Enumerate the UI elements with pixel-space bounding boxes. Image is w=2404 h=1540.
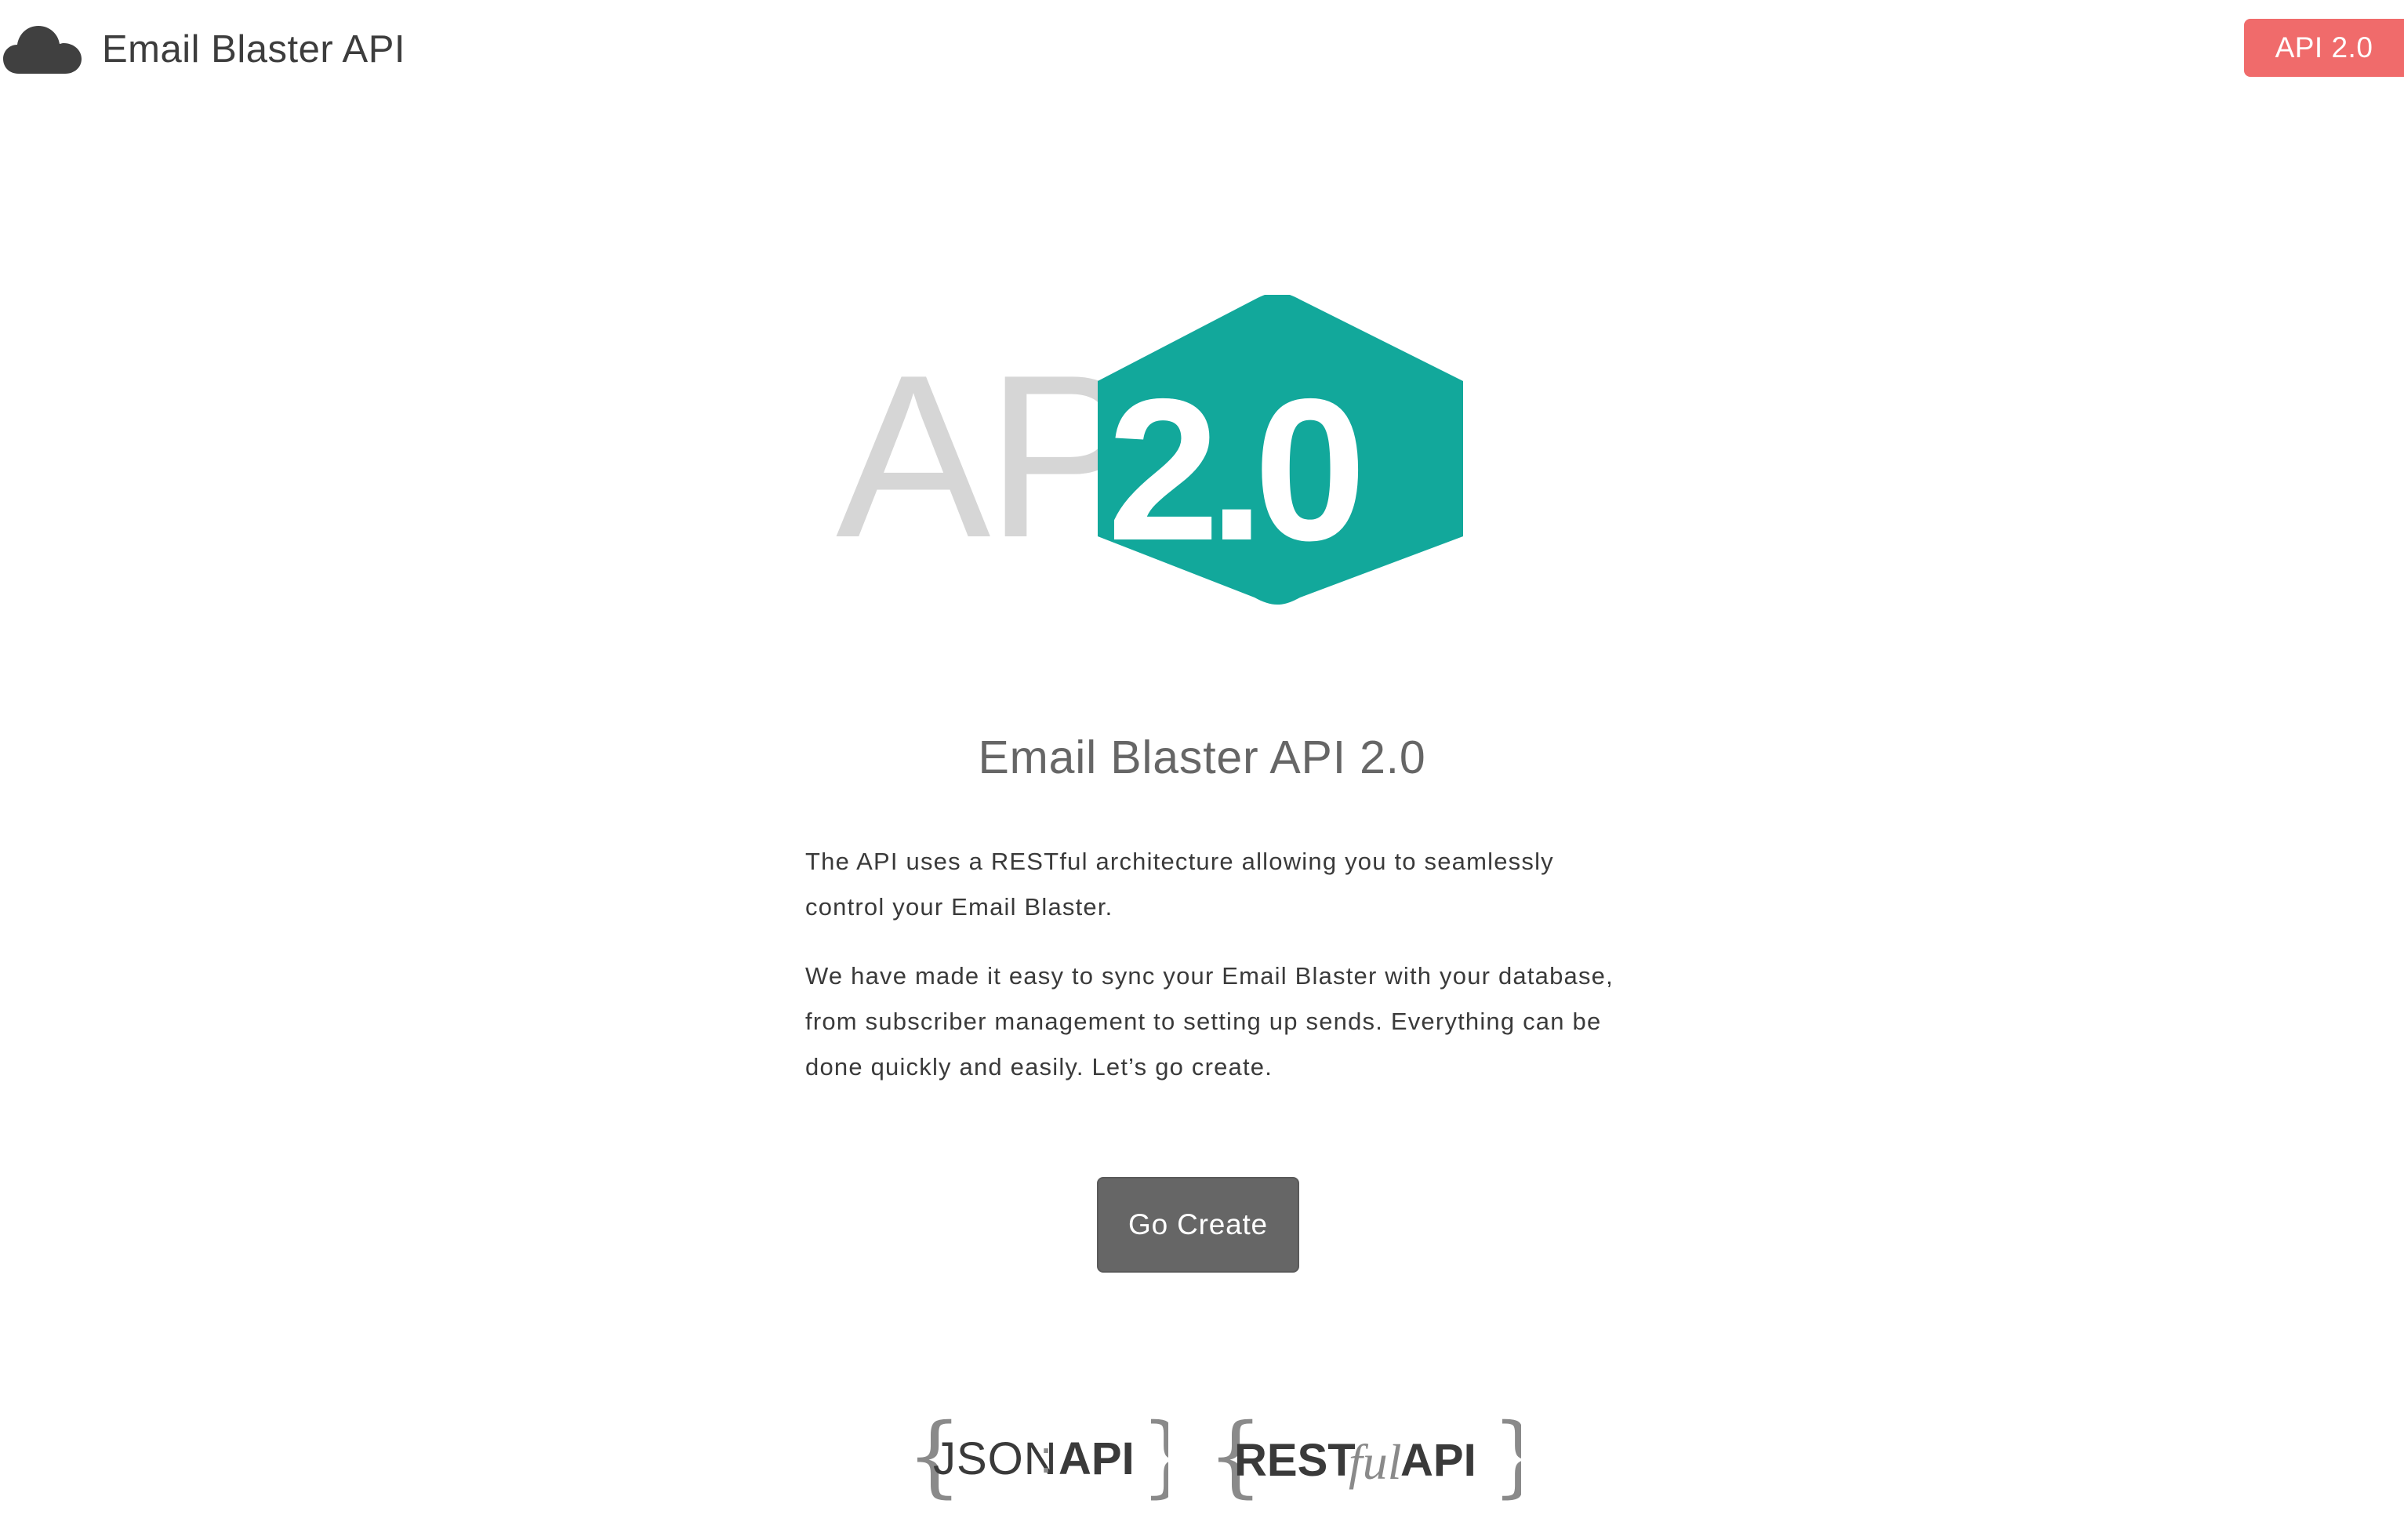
- restful-middle-text: ful: [1349, 1434, 1402, 1490]
- intro-paragraph: We have made it easy to sync your Email …: [805, 962, 1614, 1081]
- json-api-badge[interactable]: { JSON : API }: [910, 1411, 1168, 1504]
- brand-home-link[interactable]: Email Blaster API: [3, 19, 405, 80]
- json-api-sep-text: :: [1040, 1432, 1052, 1483]
- json-api-left-text: JSON: [933, 1433, 1058, 1484]
- intro-paragraph: The API uses a RESTful architecture allo…: [805, 848, 1554, 921]
- api-2-logo: API 2.0: [836, 295, 1463, 605]
- page-title: Email Blaster API 2.0: [978, 732, 1426, 783]
- restful-api-logo: { REST ful API }: [1212, 1411, 1521, 1504]
- page: Email Blaster API API 2.0 API 2.0 Email …: [0, 0, 2404, 1540]
- brand-title: Email Blaster API: [102, 28, 406, 71]
- spec-badges: { JSON : API } { REST ful API }: [910, 1411, 1521, 1505]
- logo-version-text: 2.0: [1107, 356, 1358, 583]
- restful-left-text: REST: [1234, 1435, 1356, 1486]
- api-version-badge[interactable]: API 2.0: [2244, 19, 2404, 77]
- restful-right-text: API: [1400, 1435, 1476, 1486]
- restful-api-badge[interactable]: { REST ful API }: [1212, 1411, 1521, 1504]
- top-bar: Email Blaster API API 2.0: [0, 0, 2404, 99]
- cloud-icon: [3, 26, 82, 74]
- json-api-logo: { JSON : API }: [910, 1411, 1168, 1504]
- json-api-right-text: API: [1059, 1433, 1135, 1484]
- right-brace-icon: }: [1140, 1411, 1168, 1504]
- right-brace-icon: }: [1491, 1411, 1521, 1504]
- intro-text: The API uses a RESTful architecture allo…: [805, 839, 1621, 1113]
- go-create-button[interactable]: Go Create: [1097, 1177, 1299, 1273]
